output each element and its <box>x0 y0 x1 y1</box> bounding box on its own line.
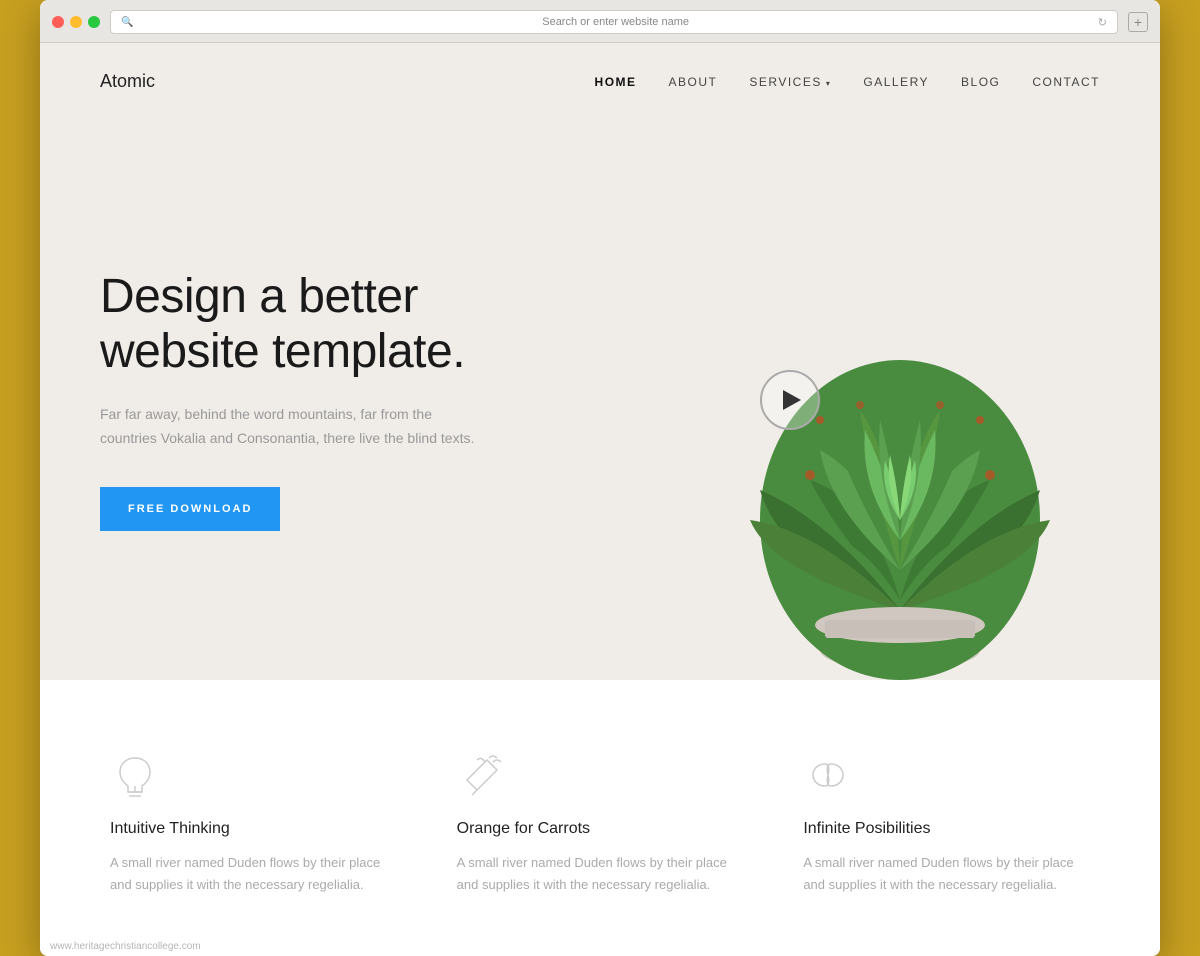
site-logo[interactable]: Atomic <box>100 71 155 92</box>
hero-image <box>610 120 1160 680</box>
cta-button[interactable]: FREE DOWNLOAD <box>100 487 280 531</box>
infinity-icon <box>803 750 853 800</box>
minimize-button[interactable] <box>70 16 82 28</box>
browser-chrome: 🔍 Search or enter website name ↻ + <box>40 0 1160 43</box>
nav-item-blog[interactable]: BLOG <box>961 73 1000 91</box>
maximize-button[interactable] <box>88 16 100 28</box>
nav-link-contact[interactable]: CONTACT <box>1032 75 1100 89</box>
feature-text-carrots: A small river named Duden flows by their… <box>457 852 744 896</box>
feature-text-infinite: A small river named Duden flows by their… <box>803 852 1090 896</box>
features-section: Intuitive Thinking A small river named D… <box>40 680 1160 956</box>
lightbulb-icon <box>110 750 160 800</box>
nav-item-contact[interactable]: CONTACT <box>1032 73 1100 91</box>
nav-item-gallery[interactable]: GALLERY <box>863 73 929 91</box>
chevron-down-icon: ▾ <box>826 79 832 88</box>
nav-link-about[interactable]: ABOUT <box>669 75 718 89</box>
address-bar[interactable]: 🔍 Search or enter website name ↻ <box>110 10 1118 34</box>
search-icon: 🔍 <box>121 17 133 28</box>
nav-item-about[interactable]: ABOUT <box>669 73 718 91</box>
feature-card-infinite: Infinite Posibilities A small river name… <box>793 740 1100 906</box>
address-bar-text: Search or enter website name <box>139 16 1091 28</box>
browser-window: 🔍 Search or enter website name ↻ + Atomi… <box>40 0 1160 956</box>
nav-link-gallery[interactable]: GALLERY <box>863 75 929 89</box>
close-button[interactable] <box>52 16 64 28</box>
nav-link-home[interactable]: HOME <box>595 75 637 89</box>
play-button[interactable] <box>760 370 820 430</box>
nav-links: HOME ABOUT SERVICES▾ GALLERY BLOG CO <box>595 73 1100 91</box>
nav-item-home[interactable]: HOME <box>595 73 637 91</box>
feature-title-intuitive: Intuitive Thinking <box>110 820 397 838</box>
carrot-icon <box>457 750 507 800</box>
website-content: Atomic HOME ABOUT SERVICES▾ GALLERY BL <box>40 43 1160 956</box>
navigation: Atomic HOME ABOUT SERVICES▾ GALLERY BL <box>40 43 1160 120</box>
plant-svg <box>610 120 1160 680</box>
nav-link-blog[interactable]: BLOG <box>961 75 1000 89</box>
hero-title: Design a better website template. <box>100 269 530 379</box>
new-tab-button[interactable]: + <box>1128 12 1148 32</box>
feature-card-carrots: Orange for Carrots A small river named D… <box>447 740 754 906</box>
feature-text-intuitive: A small river named Duden flows by their… <box>110 852 397 896</box>
refresh-icon: ↻ <box>1098 16 1107 29</box>
watermark: www.heritagechristiancollege.com <box>50 941 201 952</box>
hero-content: Design a better website template. Far fa… <box>40 269 590 531</box>
traffic-lights <box>52 16 100 28</box>
feature-card-intuitive: Intuitive Thinking A small river named D… <box>100 740 407 906</box>
nav-link-services[interactable]: SERVICES▾ <box>749 75 831 89</box>
hero-section: Design a better website template. Far fa… <box>40 120 1160 680</box>
feature-title-infinite: Infinite Posibilities <box>803 820 1090 838</box>
feature-title-carrots: Orange for Carrots <box>457 820 744 838</box>
nav-item-services[interactable]: SERVICES▾ <box>749 73 831 91</box>
hero-subtitle: Far far away, behind the word mountains,… <box>100 403 480 451</box>
